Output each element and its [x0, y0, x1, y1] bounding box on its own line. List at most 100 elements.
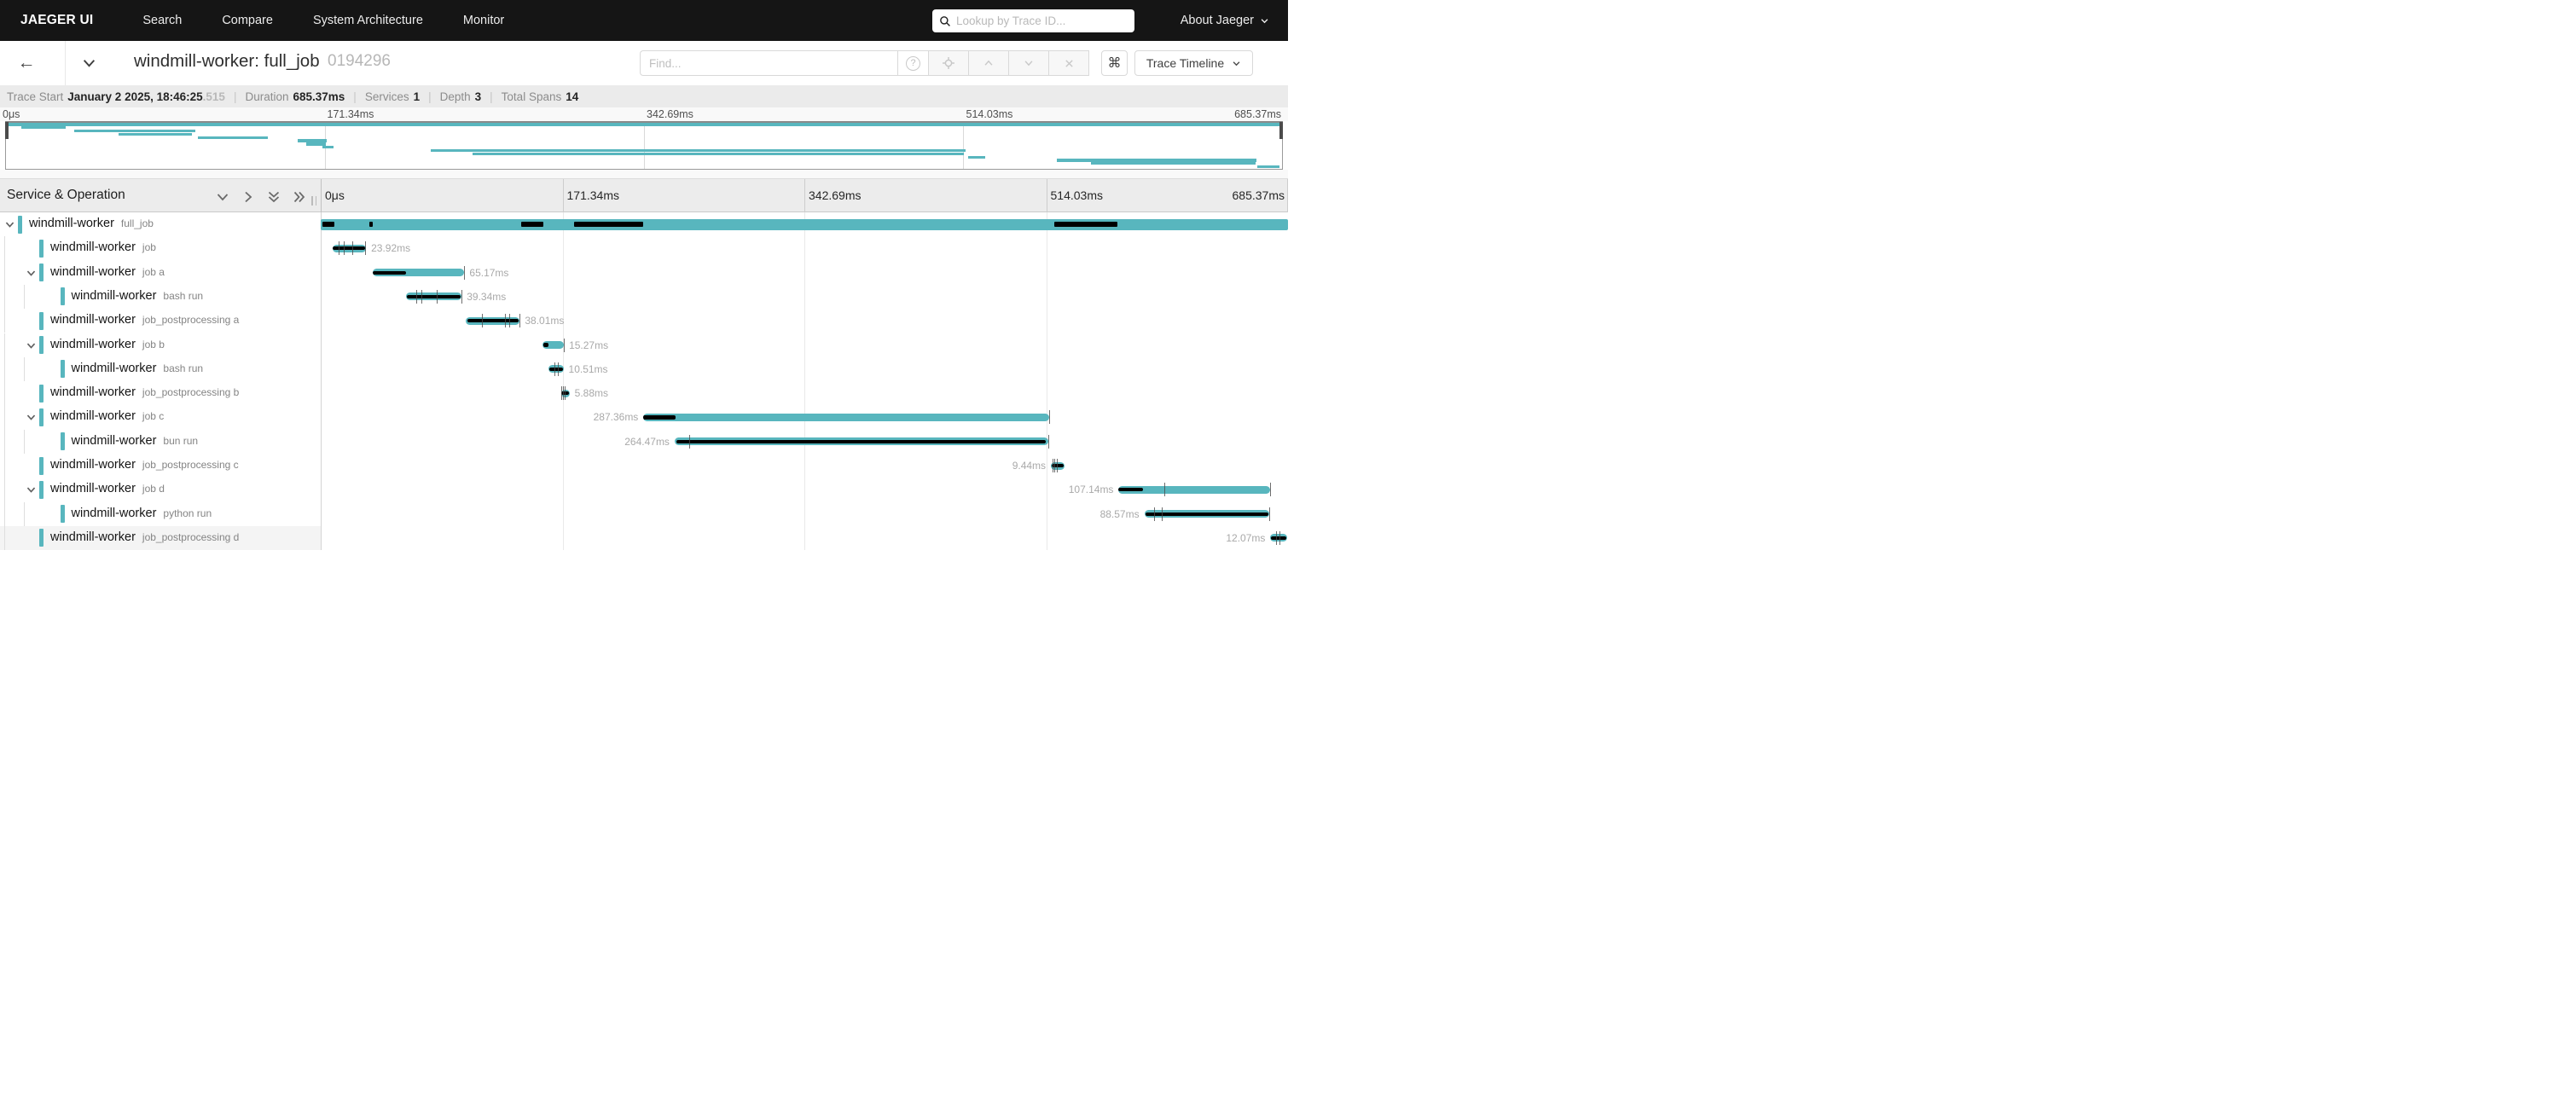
header-gridline [1287, 179, 1288, 213]
span-self-time-segment [467, 319, 519, 322]
collapse-chevron-icon[interactable] [26, 340, 37, 351]
span-row[interactable]: windmill-workerjob c287.36ms [0, 405, 1288, 429]
span-row[interactable]: windmill-workerjob_postprocessing c9.44m… [0, 454, 1288, 478]
span-row[interactable]: windmill-workerjob b15.27ms [0, 333, 1288, 357]
jaeger-logo[interactable]: JAEGER UI [20, 13, 93, 28]
collapse-all-icon[interactable] [267, 190, 281, 204]
span-service-name: windmill-workerjob c [50, 409, 164, 423]
collapse-chevron-icon[interactable] [4, 219, 15, 230]
expand-all-icon[interactable] [293, 190, 306, 204]
nav-item-compare[interactable]: Compare [222, 14, 273, 27]
span-row[interactable]: windmill-workerfull_job [0, 212, 1288, 236]
span-color-block [39, 312, 44, 330]
collapse-chevron-icon[interactable] [26, 412, 37, 423]
span-bar[interactable] [1118, 486, 1269, 494]
span-bar[interactable] [321, 219, 1288, 230]
prev-match-button[interactable] [969, 50, 1009, 76]
minimap-left-scrubber[interactable] [5, 122, 9, 139]
span-row[interactable]: windmill-workerjob a65.17ms [0, 261, 1288, 285]
span-name-cell[interactable]: windmill-workerjob c [0, 405, 321, 429]
collapse-chevron-icon[interactable] [26, 268, 37, 279]
span-row[interactable]: windmill-workerjob_postprocessing a38.01… [0, 309, 1288, 333]
span-bar[interactable] [675, 437, 1048, 445]
about-jaeger-menu[interactable]: About Jaeger [1181, 0, 1269, 41]
span-bar[interactable] [542, 341, 564, 349]
span-bar[interactable] [373, 269, 465, 276]
minimap-right-scrubber[interactable] [1279, 122, 1283, 139]
span-name-cell[interactable]: windmill-workerjob_postprocessing b [0, 381, 321, 405]
span-row[interactable]: windmill-workerjob_postprocessing b5.88m… [0, 381, 1288, 405]
span-name-cell[interactable]: windmill-workerjob a [0, 261, 321, 285]
collapse-chevron-icon[interactable] [26, 484, 37, 495]
span-log-tick [565, 386, 566, 400]
summary-separator: | [353, 90, 357, 103]
span-row[interactable]: windmill-workerbash run39.34ms [0, 285, 1288, 309]
next-match-button[interactable] [1009, 50, 1049, 76]
trace-lookup-box[interactable] [932, 9, 1134, 32]
expand-one-icon[interactable] [241, 190, 255, 204]
collapse-trace-chevron[interactable] [82, 56, 96, 71]
span-bar[interactable] [1270, 534, 1287, 542]
span-service-name: windmill-workerjob a [50, 265, 165, 279]
tree-guide-line [24, 430, 25, 454]
span-name-cell[interactable]: windmill-workerjob [0, 236, 321, 260]
span-name-cell[interactable]: windmill-workerjob b [0, 333, 321, 357]
span-self-time-segment [373, 271, 407, 275]
summary-separator: | [490, 90, 493, 103]
span-name-cell[interactable]: windmill-workerpython run [0, 502, 321, 526]
span-operation-name: job a [142, 266, 165, 278]
find-input[interactable] [640, 50, 897, 76]
span-log-tick [461, 290, 462, 304]
span-bar[interactable] [406, 292, 461, 300]
nav-item-monitor[interactable]: Monitor [463, 14, 504, 27]
trace-lookup-input[interactable] [956, 14, 1128, 27]
minimap-tick-label: 342.69ms [647, 108, 693, 120]
span-bar[interactable] [643, 414, 1048, 421]
span-bar[interactable] [333, 245, 367, 252]
span-name-cell[interactable]: windmill-workerbun run [0, 430, 321, 454]
span-row[interactable]: windmill-workerbash run10.51ms [0, 357, 1288, 381]
focus-match-button[interactable] [929, 50, 969, 76]
column-resizer-handle[interactable] [311, 196, 316, 206]
trace-title: windmill-worker: full_job [134, 51, 320, 72]
column-divider [321, 179, 322, 213]
find-help-cell[interactable]: ? [897, 50, 929, 76]
span-self-time-segment [1271, 536, 1286, 540]
span-self-time-segment [1146, 513, 1268, 516]
view-selector-dropdown[interactable]: Trace Timeline [1134, 50, 1253, 76]
span-row[interactable]: windmill-workerpython run88.57ms [0, 502, 1288, 526]
span-color-block [61, 432, 65, 450]
span-bar[interactable] [1145, 510, 1270, 518]
span-row[interactable]: windmill-workerjob23.92ms [0, 236, 1288, 260]
timeline-minimap[interactable] [5, 121, 1283, 171]
span-row[interactable]: windmill-workerjob_postprocessing d12.07… [0, 526, 1288, 550]
clear-find-button[interactable] [1049, 50, 1089, 76]
keyboard-shortcuts-button[interactable]: ⌘ [1101, 50, 1128, 76]
span-row[interactable]: windmill-workerbun run264.47ms [0, 430, 1288, 454]
tree-guide-line [4, 236, 5, 260]
back-arrow-button[interactable]: ← [12, 51, 41, 75]
span-service-name: windmill-workerpython run [72, 507, 212, 520]
trace-summary-bar: Trace StartJanuary 2 2025, 18:46:25.515|… [0, 85, 1288, 107]
minimap-span-bar [21, 126, 66, 129]
nav-item-search[interactable]: Search [142, 14, 182, 27]
span-bar[interactable] [548, 365, 563, 373]
span-name-cell[interactable]: windmill-workerjob_postprocessing a [0, 309, 321, 333]
span-name-cell[interactable]: windmill-workerbash run [0, 285, 321, 309]
back-arrow-icon: ← [18, 53, 36, 73]
nav-item-system-architecture[interactable]: System Architecture [313, 14, 423, 27]
span-name-cell[interactable]: windmill-workerjob_postprocessing c [0, 454, 321, 478]
span-service-name: windmill-workerjob_postprocessing b [50, 385, 239, 399]
minimap-span-bar [74, 130, 195, 132]
span-bar[interactable] [466, 317, 519, 325]
span-self-time-segment [369, 222, 374, 228]
span-name-cell[interactable]: windmill-workerbash run [0, 357, 321, 381]
span-row[interactable]: windmill-workerjob d107.14ms [0, 478, 1288, 501]
span-self-time-segment [549, 368, 563, 371]
span-name-cell[interactable]: windmill-workerjob_postprocessing d [0, 526, 321, 550]
minimap-span-bar [306, 142, 326, 145]
span-name-cell[interactable]: windmill-workerjob d [0, 478, 321, 501]
collapse-one-icon[interactable] [216, 190, 229, 204]
summary-value: 14 [566, 90, 578, 103]
span-name-cell[interactable]: windmill-workerfull_job [0, 212, 321, 236]
